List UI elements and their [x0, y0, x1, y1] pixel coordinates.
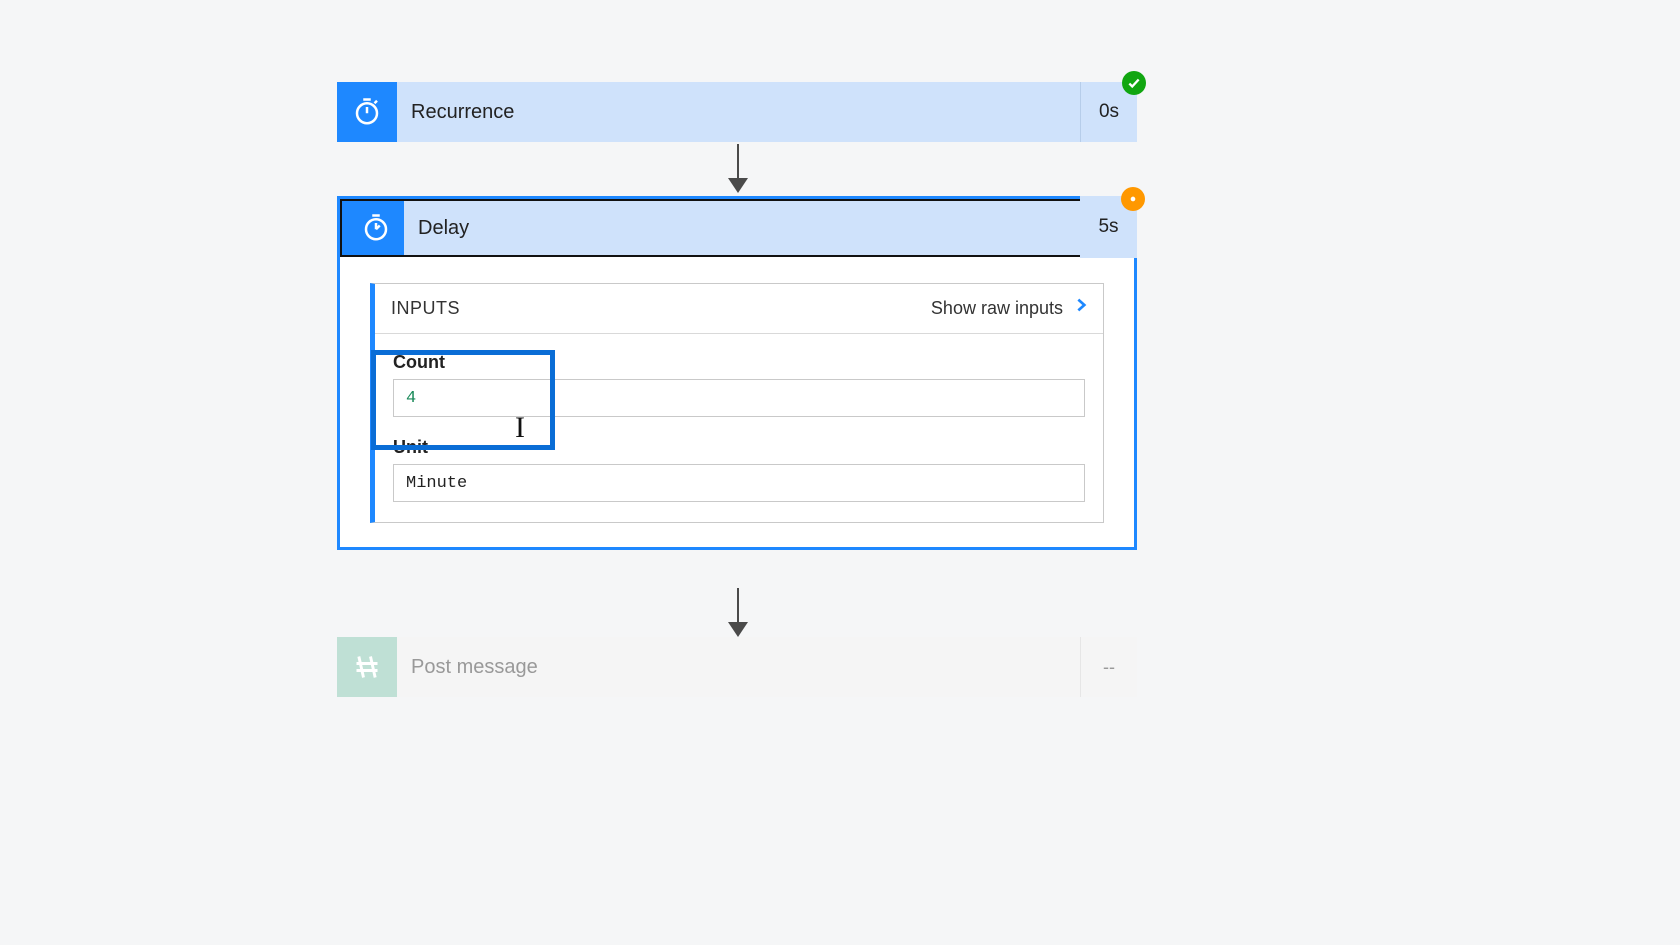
- field-label: Count: [393, 352, 1085, 373]
- inputs-body: Count 4 Unit Minute: [375, 334, 1103, 522]
- count-value: 4: [406, 389, 416, 408]
- inputs-header: INPUTS Show raw inputs: [375, 284, 1103, 334]
- delay-body: INPUTS Show raw inputs Count: [340, 257, 1134, 547]
- step-delay[interactable]: Delay INPUTS Show raw inputs: [337, 196, 1137, 550]
- field-unit: Unit Minute: [393, 437, 1085, 502]
- step-post-message[interactable]: Post message --: [337, 637, 1137, 697]
- field-label: Unit: [393, 437, 1085, 458]
- chevron-right-icon: [1073, 294, 1089, 323]
- inputs-header-label: INPUTS: [391, 298, 460, 319]
- status-warning-icon: [1121, 187, 1145, 211]
- unit-input[interactable]: Minute: [393, 464, 1085, 502]
- status-success-icon: [1122, 71, 1146, 95]
- recurrence-icon: [337, 82, 397, 142]
- post-message-icon: [337, 637, 397, 697]
- show-raw-inputs-link[interactable]: Show raw inputs: [931, 294, 1089, 323]
- flow-canvas: Recurrence 0s Delay INP: [0, 0, 1680, 945]
- delay-header[interactable]: Delay: [340, 199, 1137, 257]
- connector-arrow: [737, 144, 739, 179]
- step-title: Post message: [397, 637, 1080, 697]
- step-title: Recurrence: [397, 82, 1080, 142]
- connector-arrow: [737, 588, 739, 623]
- arrow-head-icon: [728, 622, 748, 637]
- step-duration: --: [1080, 637, 1137, 697]
- unit-value: Minute: [406, 474, 467, 493]
- step-recurrence[interactable]: Recurrence 0s: [337, 82, 1137, 142]
- show-raw-label: Show raw inputs: [931, 298, 1063, 319]
- delay-icon: [348, 201, 404, 255]
- count-input[interactable]: 4: [393, 379, 1085, 417]
- arrow-head-icon: [728, 178, 748, 193]
- step-title: Delay: [404, 201, 1135, 255]
- field-count: Count 4: [393, 352, 1085, 417]
- inputs-panel: INPUTS Show raw inputs Count: [370, 283, 1104, 523]
